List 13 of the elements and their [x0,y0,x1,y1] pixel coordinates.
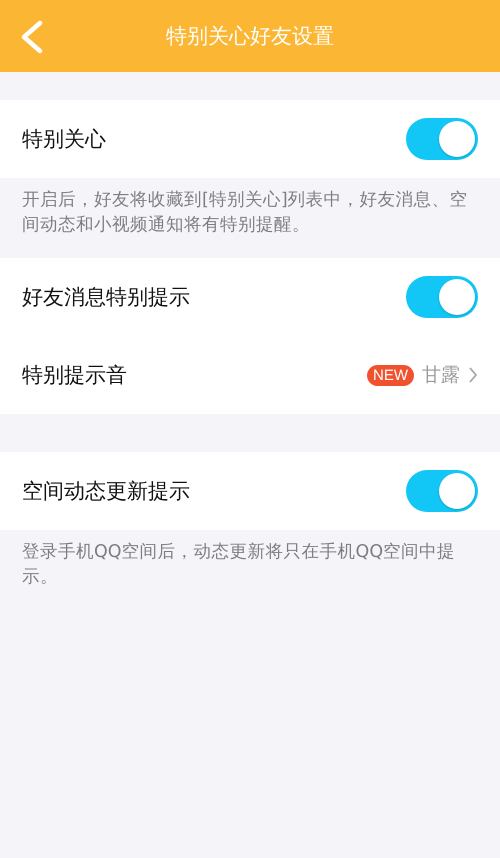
setting-label: 好友消息特别提示 [22,284,191,311]
new-badge: NEW [367,364,414,386]
toggle-switch[interactable] [406,118,478,160]
toggle-switch[interactable] [406,276,478,318]
setting-label: 特别提示音 [22,362,128,389]
hint-text: 开启后，好友将收藏到[特别关心]列表中，好友消息、空间动态和小视频通知将有特别提醒。 [21,189,469,237]
page-title: 特别关心好友设置 [166,23,334,50]
chevron-icon [468,366,478,384]
setting-label: 空间动态更新提示 [22,478,191,505]
setting-value[interactable]: 甘露 [422,362,460,388]
toggle-switch[interactable] [406,470,478,512]
setting-label: 特别关心 [22,126,107,153]
hint-text: 登录手机QQ空间后，动态更新将只在手机QQ空间中提示。 [21,541,456,589]
